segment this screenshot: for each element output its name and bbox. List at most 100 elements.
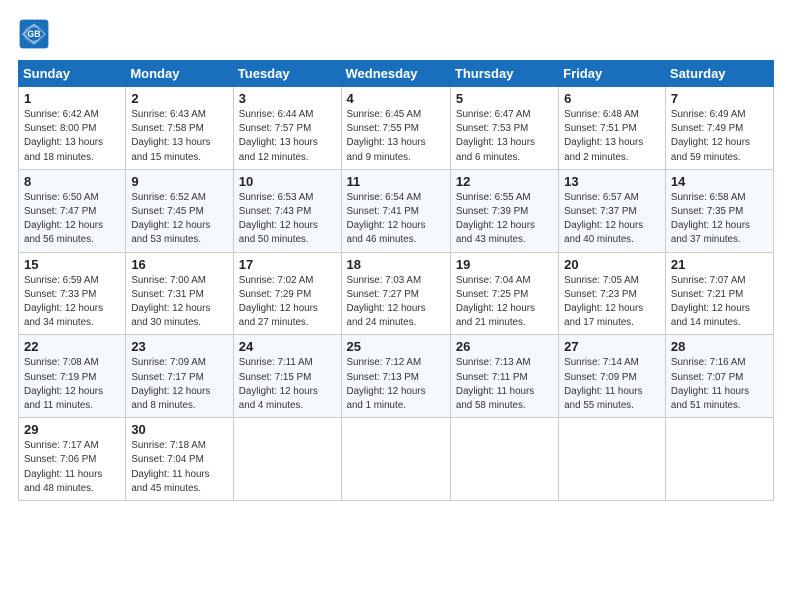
day-number: 7 — [671, 91, 768, 106]
calendar-cell: 12 Sunrise: 6:55 AMSunset: 7:39 PMDayligh… — [450, 169, 558, 252]
calendar-cell: 9 Sunrise: 6:52 AMSunset: 7:45 PMDaylight… — [126, 169, 233, 252]
calendar-cell: 16 Sunrise: 7:00 AMSunset: 7:31 PMDayligh… — [126, 252, 233, 335]
weekday-header: Sunday — [19, 61, 126, 87]
day-info: Sunrise: 6:42 AMSunset: 8:00 PMDaylight:… — [24, 108, 120, 165]
calendar-cell: 25Sunrise: 7:12 AMSunset: 7:13 PMDayligh… — [341, 335, 450, 418]
day-number: 4 — [347, 91, 445, 106]
day-number: 3 — [239, 91, 336, 106]
day-number: 9 — [131, 174, 227, 189]
day-info: Sunrise: 7:13 AMSunset: 7:11 PMDaylight:… — [456, 356, 553, 413]
day-info: Sunrise: 7:04 AMSunset: 7:25 PMDaylight:… — [456, 274, 553, 331]
calendar-cell: 13 Sunrise: 6:57 AMSunset: 7:37 PMDayligh… — [559, 169, 666, 252]
calendar-cell: 10 Sunrise: 6:53 AMSunset: 7:43 PMDayligh… — [233, 169, 341, 252]
day-number: 16 — [131, 257, 227, 272]
day-number: 11 — [347, 174, 445, 189]
weekday-header: Tuesday — [233, 61, 341, 87]
day-number: 12 — [456, 174, 553, 189]
day-info: Sunrise: 6:58 AMSunset: 7:35 PMDaylight:… — [671, 191, 768, 248]
day-info: Sunrise: 7:02 AMSunset: 7:29 PMDaylight:… — [239, 274, 336, 331]
calendar-cell: 4Sunrise: 6:45 AMSunset: 7:55 PMDaylight… — [341, 87, 450, 170]
day-info: Sunrise: 6:54 AMSunset: 7:41 PMDaylight:… — [347, 191, 445, 248]
day-info: Sunrise: 6:44 AMSunset: 7:57 PMDaylight:… — [239, 108, 336, 165]
calendar-cell: 2 Sunrise: 6:43 AMSunset: 7:58 PMDaylight… — [126, 87, 233, 170]
day-number: 27 — [564, 339, 660, 354]
day-number: 6 — [564, 91, 660, 106]
page: GB SundayMondayTuesdayWednesdayThursdayF… — [0, 0, 792, 612]
calendar-cell: 6 Sunrise: 6:48 AMSunset: 7:51 PMDaylight… — [559, 87, 666, 170]
day-number: 10 — [239, 174, 336, 189]
calendar-cell: 7 Sunrise: 6:49 AMSunset: 7:49 PMDaylight… — [665, 87, 773, 170]
day-number: 30 — [131, 422, 227, 437]
day-info: Sunrise: 6:50 AMSunset: 7:47 PMDaylight:… — [24, 191, 120, 248]
calendar-cell: 26 Sunrise: 7:13 AMSunset: 7:11 PMDayligh… — [450, 335, 558, 418]
calendar-cell: 5Sunrise: 6:47 AMSunset: 7:53 PMDaylight… — [450, 87, 558, 170]
calendar-cell: 23 Sunrise: 7:09 AMSunset: 7:17 PMDayligh… — [126, 335, 233, 418]
day-number: 23 — [131, 339, 227, 354]
calendar-cell: 22 Sunrise: 7:08 AMSunset: 7:19 PMDayligh… — [19, 335, 126, 418]
calendar-cell: 19 Sunrise: 7:04 AMSunset: 7:25 PMDayligh… — [450, 252, 558, 335]
logo-icon: GB — [18, 18, 50, 50]
calendar-cell: 28 Sunrise: 7:16 AMSunset: 7:07 PMDayligh… — [665, 335, 773, 418]
day-info: Sunrise: 7:17 AMSunset: 7:06 PMDaylight:… — [24, 439, 120, 496]
calendar-cell — [341, 418, 450, 501]
day-info: Sunrise: 7:14 AMSunset: 7:09 PMDaylight:… — [564, 356, 660, 413]
day-number: 14 — [671, 174, 768, 189]
calendar-cell — [450, 418, 558, 501]
day-info: Sunrise: 7:07 AMSunset: 7:21 PMDaylight:… — [671, 274, 768, 331]
calendar-cell — [665, 418, 773, 501]
header: GB — [18, 18, 774, 50]
day-info: Sunrise: 7:08 AMSunset: 7:19 PMDaylight:… — [24, 356, 120, 413]
day-number: 22 — [24, 339, 120, 354]
calendar-cell: 24 Sunrise: 7:11 AMSunset: 7:15 PMDayligh… — [233, 335, 341, 418]
day-info: Sunrise: 7:11 AMSunset: 7:15 PMDaylight:… — [239, 356, 336, 413]
svg-text:GB: GB — [27, 29, 40, 39]
day-info: Sunrise: 7:00 AMSunset: 7:31 PMDaylight:… — [131, 274, 227, 331]
calendar-cell: 18 Sunrise: 7:03 AMSunset: 7:27 PMDayligh… — [341, 252, 450, 335]
day-info: Sunrise: 7:03 AMSunset: 7:27 PMDaylight:… — [347, 274, 445, 331]
calendar-header-row: SundayMondayTuesdayWednesdayThursdayFrid… — [19, 61, 774, 87]
calendar-week-row: 22 Sunrise: 7:08 AMSunset: 7:19 PMDayligh… — [19, 335, 774, 418]
day-number: 19 — [456, 257, 553, 272]
day-number: 15 — [24, 257, 120, 272]
day-number: 26 — [456, 339, 553, 354]
day-info: Sunrise: 6:55 AMSunset: 7:39 PMDaylight:… — [456, 191, 553, 248]
day-info: Sunrise: 6:48 AMSunset: 7:51 PMDaylight:… — [564, 108, 660, 165]
day-number: 25 — [347, 339, 445, 354]
day-number: 8 — [24, 174, 120, 189]
calendar-week-row: 15Sunrise: 6:59 AMSunset: 7:33 PMDayligh… — [19, 252, 774, 335]
day-info: Sunrise: 6:52 AMSunset: 7:45 PMDaylight:… — [131, 191, 227, 248]
day-number: 21 — [671, 257, 768, 272]
calendar-cell: 3 Sunrise: 6:44 AMSunset: 7:57 PMDaylight… — [233, 87, 341, 170]
weekday-header: Saturday — [665, 61, 773, 87]
calendar-cell — [233, 418, 341, 501]
day-number: 29 — [24, 422, 120, 437]
calendar-week-row: 29 Sunrise: 7:17 AMSunset: 7:06 PMDayligh… — [19, 418, 774, 501]
day-info: Sunrise: 6:53 AMSunset: 7:43 PMDaylight:… — [239, 191, 336, 248]
calendar-table: SundayMondayTuesdayWednesdayThursdayFrid… — [18, 60, 774, 501]
calendar-cell — [559, 418, 666, 501]
day-info: Sunrise: 6:43 AMSunset: 7:58 PMDaylight:… — [131, 108, 227, 165]
day-number: 2 — [131, 91, 227, 106]
day-number: 28 — [671, 339, 768, 354]
calendar-cell: 29 Sunrise: 7:17 AMSunset: 7:06 PMDayligh… — [19, 418, 126, 501]
day-info: Sunrise: 7:16 AMSunset: 7:07 PMDaylight:… — [671, 356, 768, 413]
calendar-cell: 15Sunrise: 6:59 AMSunset: 7:33 PMDayligh… — [19, 252, 126, 335]
day-info: Sunrise: 6:57 AMSunset: 7:37 PMDaylight:… — [564, 191, 660, 248]
calendar-cell: 11 Sunrise: 6:54 AMSunset: 7:41 PMDayligh… — [341, 169, 450, 252]
calendar-cell: 20Sunrise: 7:05 AMSunset: 7:23 PMDayligh… — [559, 252, 666, 335]
logo: GB — [18, 18, 56, 50]
calendar-cell: 14 Sunrise: 6:58 AMSunset: 7:35 PMDayligh… — [665, 169, 773, 252]
day-info: Sunrise: 7:09 AMSunset: 7:17 PMDaylight:… — [131, 356, 227, 413]
day-number: 24 — [239, 339, 336, 354]
calendar-week-row: 1Sunrise: 6:42 AMSunset: 8:00 PMDaylight… — [19, 87, 774, 170]
weekday-header: Thursday — [450, 61, 558, 87]
weekday-header: Wednesday — [341, 61, 450, 87]
day-number: 18 — [347, 257, 445, 272]
day-info: Sunrise: 7:18 AMSunset: 7:04 PMDaylight:… — [131, 439, 227, 496]
weekday-header: Monday — [126, 61, 233, 87]
day-info: Sunrise: 6:49 AMSunset: 7:49 PMDaylight:… — [671, 108, 768, 165]
calendar-cell: 8 Sunrise: 6:50 AMSunset: 7:47 PMDaylight… — [19, 169, 126, 252]
calendar-cell: 21 Sunrise: 7:07 AMSunset: 7:21 PMDayligh… — [665, 252, 773, 335]
day-number: 13 — [564, 174, 660, 189]
day-info: Sunrise: 6:47 AMSunset: 7:53 PMDaylight:… — [456, 108, 553, 165]
